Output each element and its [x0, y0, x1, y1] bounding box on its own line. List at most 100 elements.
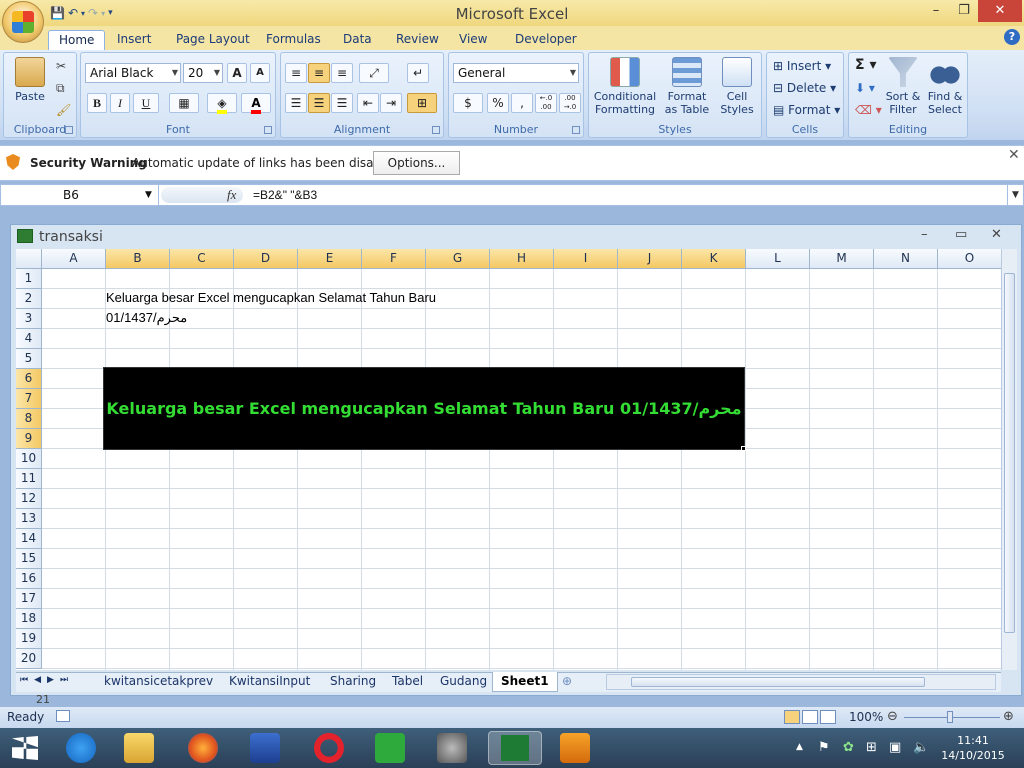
row-header-9[interactable]: 9: [16, 429, 42, 449]
horizontal-scroll-thumb[interactable]: [631, 677, 925, 687]
row-header-6[interactable]: 6: [16, 369, 42, 389]
row-header-8[interactable]: 8: [16, 409, 42, 429]
align-middle-icon[interactable]: ≡: [308, 63, 330, 83]
format-cells-button[interactable]: ▤ Format ▾: [773, 103, 840, 117]
media-center-icon[interactable]: [437, 733, 467, 763]
number-format-box[interactable]: General ▼: [453, 63, 579, 83]
sheet-tab-kwitansicetakprev[interactable]: kwitansicetakprev: [104, 674, 213, 690]
windows-tray-icon[interactable]: ⊞: [866, 740, 877, 755]
tab-data[interactable]: Data: [333, 30, 382, 50]
tab-page-layout[interactable]: Page Layout: [166, 30, 260, 50]
page-break-view-icon[interactable]: [820, 710, 836, 724]
column-header-i[interactable]: I: [554, 249, 618, 269]
sheet-tab-gudang[interactable]: Gudang: [440, 674, 487, 690]
office-button[interactable]: [2, 1, 44, 43]
opera-icon[interactable]: [314, 733, 344, 763]
insert-sheet-icon[interactable]: ⊕: [562, 674, 572, 688]
alignment-launcher-icon[interactable]: [432, 126, 440, 134]
conditional-formatting-button[interactable]: Conditional Formatting: [591, 57, 659, 116]
sheet-tab-sheet1[interactable]: Sheet1: [492, 672, 558, 692]
vertical-scrollbar[interactable]: [1001, 249, 1017, 670]
tab-insert[interactable]: Insert: [107, 30, 161, 50]
orientation-icon[interactable]: ⤢: [359, 63, 389, 83]
column-header-j[interactable]: J: [618, 249, 682, 269]
page-layout-view-icon[interactable]: [802, 710, 818, 724]
row-header-1[interactable]: 1: [16, 269, 42, 289]
increase-indent-icon[interactable]: ⇥: [380, 93, 402, 113]
comma-style-button[interactable]: ,: [511, 93, 533, 113]
vertical-scroll-thumb[interactable]: [1004, 273, 1015, 633]
clock[interactable]: 11:41 14/10/2015: [940, 733, 1006, 763]
tab-view[interactable]: View: [449, 30, 497, 50]
sheet-tab-kwitansiinput[interactable]: KwitansiInput: [229, 674, 310, 690]
tab-home[interactable]: Home: [48, 30, 106, 50]
row-header-3[interactable]: 3: [16, 309, 42, 329]
options-button[interactable]: Options...: [373, 151, 460, 175]
row-header-12[interactable]: 12: [16, 489, 42, 509]
wb-minimize-icon[interactable]: –: [921, 227, 928, 242]
zoom-slider-thumb[interactable]: [947, 711, 953, 723]
file-explorer-icon[interactable]: [124, 733, 154, 763]
column-header-n[interactable]: N: [874, 249, 938, 269]
sheet-tab-tabel[interactable]: Tabel: [392, 674, 423, 690]
align-top-icon[interactable]: ≡: [285, 63, 307, 83]
tab-developer[interactable]: Developer: [505, 30, 587, 50]
row-header-17[interactable]: 17: [16, 589, 42, 609]
word-icon[interactable]: [250, 733, 280, 763]
tab-formulas[interactable]: Formulas: [256, 30, 331, 50]
bold-button[interactable]: B: [87, 93, 107, 113]
grow-font-button[interactable]: A: [227, 63, 247, 83]
zoom-level[interactable]: 100%: [849, 710, 883, 724]
align-bottom-icon[interactable]: ≡: [331, 63, 353, 83]
internet-explorer-icon[interactable]: [66, 733, 96, 763]
cell-b3[interactable]: 01/1437/محرم: [106, 310, 187, 326]
column-header-l[interactable]: L: [746, 249, 810, 269]
column-header-a[interactable]: A: [42, 249, 106, 269]
close-security-bar-icon[interactable]: ✕: [1008, 147, 1020, 163]
excel-taskbar-button[interactable]: [488, 731, 542, 765]
font-launcher-icon[interactable]: [264, 126, 272, 134]
minimize-button[interactable]: –: [922, 0, 950, 22]
fill-color-button[interactable]: ◈: [207, 93, 237, 114]
format-as-table-button[interactable]: Format as Table: [661, 57, 713, 116]
spreadsheet-grid[interactable]: ABCDEFGHIJKLMNO 1 2 3 4 5 6 7 8 9 10 11 12 13 14 15 16 1…: [16, 249, 1001, 670]
row-header-18[interactable]: 18: [16, 609, 42, 629]
select-all-corner[interactable]: [16, 249, 42, 269]
store-icon[interactable]: [375, 733, 405, 763]
row-header-14[interactable]: 14: [16, 529, 42, 549]
zoom-in-icon[interactable]: ⊕: [1003, 709, 1014, 724]
column-header-o[interactable]: O: [938, 249, 1001, 269]
number-launcher-icon[interactable]: [572, 126, 580, 134]
column-header-e[interactable]: E: [298, 249, 362, 269]
borders-button[interactable]: ▦: [169, 93, 199, 113]
decrease-decimal-button[interactable]: .00 →.0: [559, 93, 581, 113]
show-hidden-icons-icon[interactable]: ▲: [796, 742, 803, 752]
restore-button[interactable]: ❐: [950, 0, 978, 22]
cut-icon[interactable]: ✂: [56, 59, 66, 73]
decrease-indent-icon[interactable]: ⇤: [357, 93, 379, 113]
align-right-icon[interactable]: ☰: [331, 93, 353, 113]
row-header-10[interactable]: 10: [16, 449, 42, 469]
percent-style-button[interactable]: %: [487, 93, 509, 113]
italic-button[interactable]: I: [110, 93, 130, 113]
wb-maximize-icon[interactable]: ▭: [955, 227, 967, 242]
cell-b2[interactable]: Keluarga besar Excel mengucapkan Selamat…: [106, 290, 436, 305]
row-header-13[interactable]: 13: [16, 509, 42, 529]
column-header-d[interactable]: D: [234, 249, 298, 269]
format-painter-icon[interactable]: 🖌: [56, 103, 71, 117]
normal-view-icon[interactable]: [784, 710, 800, 724]
cell-styles-button[interactable]: Cell Styles: [715, 57, 759, 116]
accounting-format-icon[interactable]: $: [453, 93, 483, 113]
row-header-16[interactable]: 16: [16, 569, 42, 589]
sheet-tab-sharing[interactable]: Sharing: [330, 674, 376, 690]
column-header-b[interactable]: B: [106, 249, 170, 269]
sort-filter-button[interactable]: Sort & Filter: [883, 57, 923, 116]
insert-function-icon[interactable]: fx: [227, 187, 236, 203]
help-icon[interactable]: ?: [1004, 29, 1020, 45]
insert-cells-button[interactable]: ⊞ Insert ▾: [773, 59, 831, 73]
row-header-20[interactable]: 20: [16, 649, 42, 669]
increase-decimal-button[interactable]: ←.0 .00: [535, 93, 557, 113]
row-header-7[interactable]: 7: [16, 389, 42, 409]
column-header-h[interactable]: H: [490, 249, 554, 269]
column-header-m[interactable]: M: [810, 249, 874, 269]
